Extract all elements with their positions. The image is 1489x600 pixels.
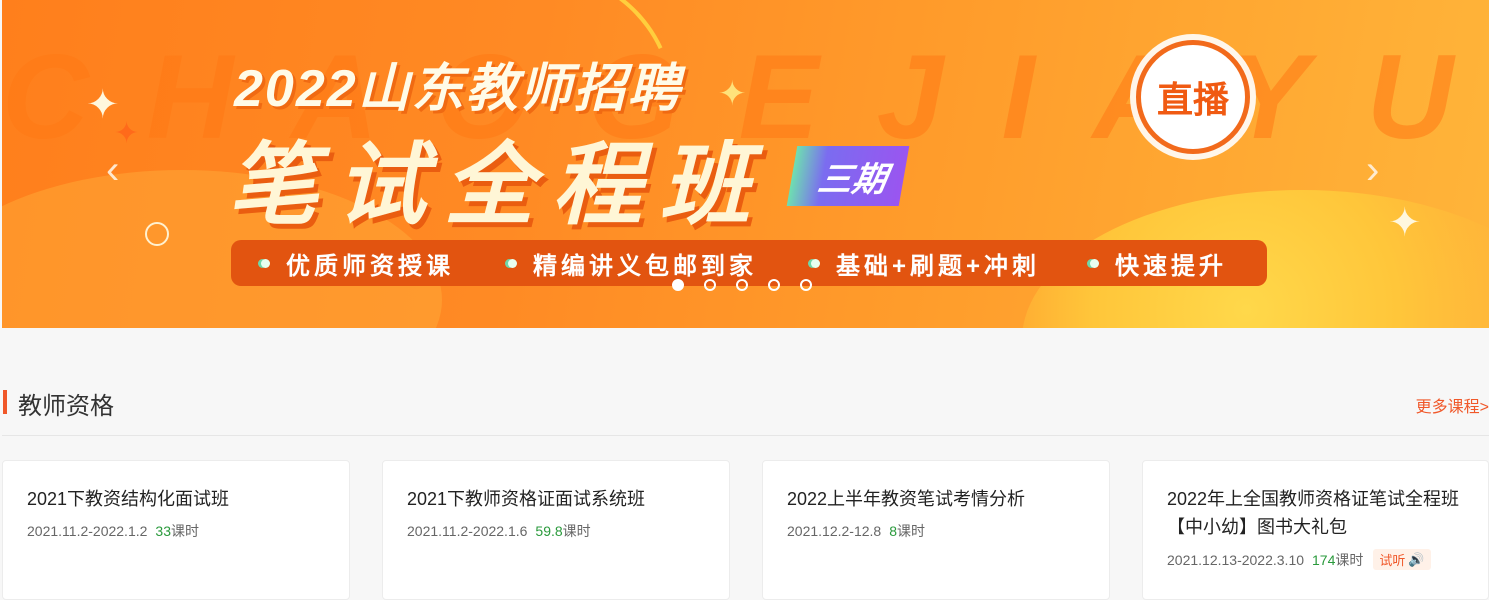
course-dates: 2021.11.2-2022.1.6 [407, 523, 528, 539]
course-meta: 2021.12.2-12.8 8 课时 [787, 521, 1085, 541]
feature-label: 基础+刷题+冲刺 [836, 252, 1041, 280]
banner-title-line1: 2022山东教师招聘 [234, 60, 682, 118]
carousel-pagination [672, 279, 812, 291]
trial-badge[interactable]: 试听 🔊 [1373, 549, 1431, 570]
bullet-icon [1090, 258, 1100, 268]
course-lessons: 33 [155, 523, 171, 539]
bullet-icon [811, 258, 820, 268]
course-lessons: 59.8 [535, 523, 563, 539]
feature-label: 优质师资授课 [286, 252, 454, 280]
course-card[interactable]: 2022上半年教资笔试考情分析 2021.12.2-12.8 8 课时 [762, 460, 1110, 600]
course-dates: 2021.11.2-2022.1.2 [27, 523, 148, 539]
live-seal-label: 直播 [1156, 79, 1229, 120]
course-dates: 2021.12.13-2022.3.10 [1167, 551, 1305, 568]
course-lessons-unit: 课时 [562, 523, 591, 539]
promo-banner-carousel[interactable]: CHAOGEJIAYU ✦ ✦ ✦ ✦ 2022山东教师招聘 笔试全程班 三期 … [2, 0, 1489, 328]
feature-label: 快速提升 [1115, 252, 1228, 280]
course-meta: 2021.11.2-2022.1.6 59.8 课时 [407, 521, 705, 541]
carousel-next-arrow-icon[interactable]: › [1366, 150, 1379, 190]
section-title: 教师资格 [18, 393, 114, 420]
course-meta: 2021.11.2-2022.1.2 33 课时 [27, 521, 325, 541]
speaker-icon: 🔊 [1408, 551, 1425, 567]
course-title[interactable]: 2021下教师资格证面试系统班 [407, 485, 705, 513]
feature-item: 精编讲义包邮到家 [508, 246, 757, 281]
course-meta: 2021.12.13-2022.3.10 174 课时 试听 🔊 [1167, 549, 1464, 570]
section-header: 教师资格 更多课程> [0, 382, 1489, 422]
course-lessons: 174 [1312, 551, 1336, 568]
carousel-dot[interactable] [736, 279, 748, 291]
course-lessons-unit: 课时 [1335, 551, 1364, 568]
feature-label: 精编讲义包邮到家 [533, 252, 757, 280]
course-lessons-unit: 课时 [897, 523, 925, 539]
course-title[interactable]: 2021下教资结构化面试班 [27, 485, 325, 513]
banner-title-line2: 笔试全程班 [228, 136, 768, 236]
course-dates: 2021.12.2-12.8 [787, 523, 882, 539]
feature-item: 基础+刷题+冲刺 [811, 246, 1040, 281]
trial-label: 试听 [1379, 553, 1406, 568]
carousel-prev-arrow-icon[interactable]: ‹ [106, 150, 119, 190]
course-card[interactable]: 2022年上全国教师资格证笔试全程班【中小幼】图书大礼包 2021.12.13-… [1142, 460, 1489, 600]
course-lessons-unit: 课时 [170, 523, 199, 539]
section-accent-bar [3, 390, 7, 414]
period-badge: 三期 [786, 146, 910, 206]
course-card[interactable]: 2021下教资结构化面试班 2021.11.2-2022.1.2 33 课时 [2, 460, 350, 600]
sparkle-icon: ✦ [718, 75, 747, 113]
carousel-dot[interactable] [704, 279, 716, 291]
sparkle-icon: ✦ [114, 117, 140, 150]
course-lessons: 8 [889, 523, 897, 539]
period-badge-label: 三期 [815, 160, 890, 199]
carousel-dot[interactable] [672, 279, 684, 291]
feature-item: 优质师资授课 [261, 246, 454, 281]
carousel-dot[interactable] [800, 279, 812, 291]
course-title[interactable]: 2022年上全国教师资格证笔试全程班【中小幼】图书大礼包 [1167, 485, 1464, 541]
bullet-icon [261, 258, 270, 268]
carousel-dot[interactable] [768, 279, 780, 291]
banner-decor-ring [145, 222, 169, 246]
bullet-icon [508, 258, 517, 268]
course-title[interactable]: 2022上半年教资笔试考情分析 [787, 485, 1085, 513]
live-seal: 直播 [1136, 40, 1250, 154]
feature-item: 快速提升 [1090, 246, 1227, 281]
more-courses-link[interactable]: 更多课程> [1416, 393, 1489, 417]
course-card[interactable]: 2021下教师资格证面试系统班 2021.11.2-2022.1.6 59.8 … [382, 460, 730, 600]
sparkle-icon: ✦ [1388, 201, 1422, 245]
section-divider [2, 435, 1489, 436]
